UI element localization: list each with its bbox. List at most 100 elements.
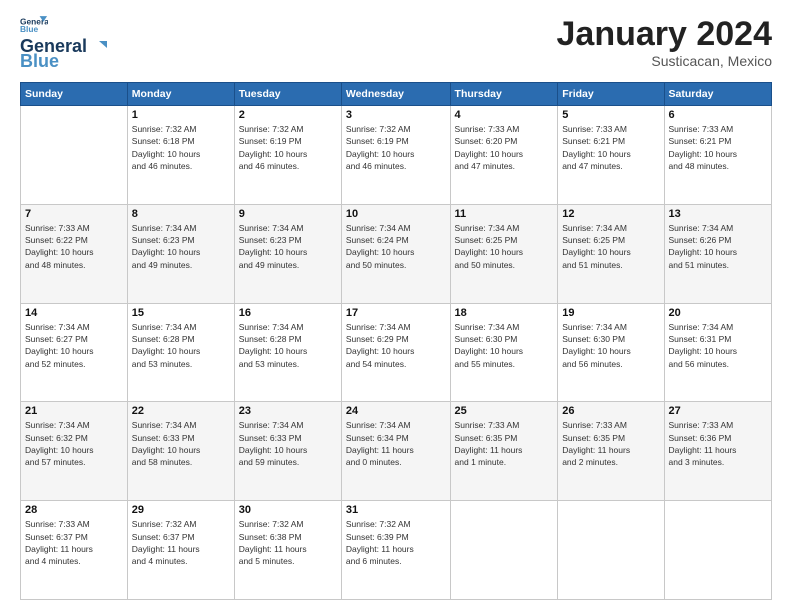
calendar-cell: 21Sunrise: 7:34 AMSunset: 6:32 PMDayligh… <box>21 402 128 501</box>
calendar-cell: 10Sunrise: 7:34 AMSunset: 6:24 PMDayligh… <box>341 204 450 303</box>
day-number: 16 <box>239 307 337 319</box>
day-number: 26 <box>562 405 659 417</box>
calendar-cell: 15Sunrise: 7:34 AMSunset: 6:28 PMDayligh… <box>127 303 234 402</box>
day-info: Sunrise: 7:34 AMSunset: 6:34 PMDaylight:… <box>346 419 446 468</box>
day-number: 13 <box>669 208 767 220</box>
calendar-cell: 23Sunrise: 7:34 AMSunset: 6:33 PMDayligh… <box>234 402 341 501</box>
calendar-cell: 4 Sunrise: 7:33 AMSunset: 6:20 PMDaylight… <box>450 106 558 205</box>
day-info: Sunrise: 7:33 AMSunset: 6:35 PMDaylight:… <box>455 419 554 468</box>
calendar-cell: 31Sunrise: 7:32 AMSunset: 6:39 PMDayligh… <box>341 501 450 600</box>
day-number: 17 <box>346 307 446 319</box>
calendar-cell <box>664 501 771 600</box>
calendar-cell: 29Sunrise: 7:32 AMSunset: 6:37 PMDayligh… <box>127 501 234 600</box>
calendar-cell: 5 Sunrise: 7:33 AMSunset: 6:21 PMDaylight… <box>558 106 664 205</box>
calendar-cell: 11 Sunrise: 7:34 AMSunset: 6:25 PMDayligh… <box>450 204 558 303</box>
day-info: Sunrise: 7:33 AMSunset: 6:20 PMDaylight:… <box>455 123 554 172</box>
calendar-cell: 9 Sunrise: 7:34 AMSunset: 6:23 PMDaylight… <box>234 204 341 303</box>
calendar-cell: 30Sunrise: 7:32 AMSunset: 6:38 PMDayligh… <box>234 501 341 600</box>
calendar-cell: 20Sunrise: 7:34 AMSunset: 6:31 PMDayligh… <box>664 303 771 402</box>
day-number: 18 <box>455 307 554 319</box>
day-info: Sunrise: 7:34 AMSunset: 6:28 PMDaylight:… <box>239 321 337 370</box>
calendar-cell: 25 Sunrise: 7:33 AMSunset: 6:35 PMDayligh… <box>450 402 558 501</box>
calendar-week-row: 21Sunrise: 7:34 AMSunset: 6:32 PMDayligh… <box>21 402 772 501</box>
day-info: Sunrise: 7:34 AMSunset: 6:33 PMDaylight:… <box>239 419 337 468</box>
day-number: 9 <box>239 208 337 220</box>
calendar-header-row: SundayMondayTuesdayWednesdayThursdayFrid… <box>21 83 772 106</box>
calendar-cell: 28 Sunrise: 7:33 AMSunset: 6:37 PMDayligh… <box>21 501 128 600</box>
day-number: 11 <box>455 208 554 220</box>
calendar-cell: 3 Sunrise: 7:32 AMSunset: 6:19 PMDaylight… <box>341 106 450 205</box>
day-info: Sunrise: 7:33 AMSunset: 6:21 PMDaylight:… <box>669 123 767 172</box>
day-info: Sunrise: 7:34 AMSunset: 6:23 PMDaylight:… <box>132 222 230 271</box>
day-number: 1 <box>132 109 230 121</box>
calendar-cell: 12Sunrise: 7:34 AMSunset: 6:25 PMDayligh… <box>558 204 664 303</box>
calendar-cell: 18 Sunrise: 7:34 AMSunset: 6:30 PMDayligh… <box>450 303 558 402</box>
day-header-thursday: Thursday <box>450 83 558 106</box>
day-info: Sunrise: 7:32 AMSunset: 6:18 PMDaylight:… <box>132 123 230 172</box>
calendar-cell: 16 Sunrise: 7:34 AMSunset: 6:28 PMDayligh… <box>234 303 341 402</box>
day-info: Sunrise: 7:34 AMSunset: 6:23 PMDaylight:… <box>239 222 337 271</box>
logo-blue: Blue <box>20 51 59 72</box>
day-info: Sunrise: 7:34 AMSunset: 6:28 PMDaylight:… <box>132 321 230 370</box>
day-info: Sunrise: 7:33 AMSunset: 6:35 PMDaylight:… <box>562 419 659 468</box>
calendar-week-row: 7Sunrise: 7:33 AMSunset: 6:22 PMDaylight… <box>21 204 772 303</box>
day-number: 4 <box>455 109 554 121</box>
logo-icon: General Blue <box>20 16 48 34</box>
location-subtitle: Susticacan, Mexico <box>557 53 773 69</box>
day-info: Sunrise: 7:33 AMSunset: 6:37 PMDaylight:… <box>25 518 123 567</box>
calendar-cell: 19Sunrise: 7:34 AMSunset: 6:30 PMDayligh… <box>558 303 664 402</box>
day-number: 28 <box>25 504 123 516</box>
day-info: Sunrise: 7:34 AMSunset: 6:30 PMDaylight:… <box>562 321 659 370</box>
day-number: 21 <box>25 405 123 417</box>
day-info: Sunrise: 7:34 AMSunset: 6:31 PMDaylight:… <box>669 321 767 370</box>
calendar-cell: 22Sunrise: 7:34 AMSunset: 6:33 PMDayligh… <box>127 402 234 501</box>
calendar-week-row: 28 Sunrise: 7:33 AMSunset: 6:37 PMDayligh… <box>21 501 772 600</box>
day-number: 31 <box>346 504 446 516</box>
day-info: Sunrise: 7:32 AMSunset: 6:37 PMDaylight:… <box>132 518 230 567</box>
day-info: Sunrise: 7:33 AMSunset: 6:21 PMDaylight:… <box>562 123 659 172</box>
day-number: 6 <box>669 109 767 121</box>
day-info: Sunrise: 7:34 AMSunset: 6:25 PMDaylight:… <box>455 222 554 271</box>
day-number: 24 <box>346 405 446 417</box>
calendar-table: SundayMondayTuesdayWednesdayThursdayFrid… <box>20 82 772 600</box>
calendar-cell <box>558 501 664 600</box>
logo-wave-icon <box>89 40 107 54</box>
calendar-cell: 13 Sunrise: 7:34 AMSunset: 6:26 PMDayligh… <box>664 204 771 303</box>
day-header-sunday: Sunday <box>21 83 128 106</box>
day-info: Sunrise: 7:33 AMSunset: 6:36 PMDaylight:… <box>669 419 767 468</box>
calendar-cell: 17 Sunrise: 7:34 AMSunset: 6:29 PMDayligh… <box>341 303 450 402</box>
day-info: Sunrise: 7:34 AMSunset: 6:26 PMDaylight:… <box>669 222 767 271</box>
calendar-week-row: 14Sunrise: 7:34 AMSunset: 6:27 PMDayligh… <box>21 303 772 402</box>
day-info: Sunrise: 7:34 AMSunset: 6:30 PMDaylight:… <box>455 321 554 370</box>
calendar-week-row: 1 Sunrise: 7:32 AMSunset: 6:18 PMDaylight… <box>21 106 772 205</box>
day-number: 22 <box>132 405 230 417</box>
day-number: 3 <box>346 109 446 121</box>
day-info: Sunrise: 7:34 AMSunset: 6:29 PMDaylight:… <box>346 321 446 370</box>
day-number: 27 <box>669 405 767 417</box>
day-number: 12 <box>562 208 659 220</box>
calendar-cell: 24 Sunrise: 7:34 AMSunset: 6:34 PMDayligh… <box>341 402 450 501</box>
day-number: 7 <box>25 208 123 220</box>
day-number: 5 <box>562 109 659 121</box>
calendar-cell: 26 Sunrise: 7:33 AMSunset: 6:35 PMDayligh… <box>558 402 664 501</box>
title-block: January 2024 Susticacan, Mexico <box>557 16 773 69</box>
day-header-saturday: Saturday <box>664 83 771 106</box>
day-number: 25 <box>455 405 554 417</box>
calendar-cell: 8 Sunrise: 7:34 AMSunset: 6:23 PMDaylight… <box>127 204 234 303</box>
month-year-title: January 2024 <box>557 16 773 53</box>
calendar-cell: 6 Sunrise: 7:33 AMSunset: 6:21 PMDaylight… <box>664 106 771 205</box>
day-number: 2 <box>239 109 337 121</box>
day-info: Sunrise: 7:32 AMSunset: 6:19 PMDaylight:… <box>346 123 446 172</box>
calendar-cell: 1 Sunrise: 7:32 AMSunset: 6:18 PMDaylight… <box>127 106 234 205</box>
header: General Blue General Blue January 2024 S… <box>20 16 772 72</box>
calendar-cell <box>21 106 128 205</box>
day-header-friday: Friday <box>558 83 664 106</box>
day-info: Sunrise: 7:32 AMSunset: 6:19 PMDaylight:… <box>239 123 337 172</box>
calendar-cell: 2 Sunrise: 7:32 AMSunset: 6:19 PMDaylight… <box>234 106 341 205</box>
logo: General Blue General Blue <box>20 16 107 72</box>
calendar-cell: 7Sunrise: 7:33 AMSunset: 6:22 PMDaylight… <box>21 204 128 303</box>
day-header-monday: Monday <box>127 83 234 106</box>
day-info: Sunrise: 7:34 AMSunset: 6:27 PMDaylight:… <box>25 321 123 370</box>
calendar-cell <box>450 501 558 600</box>
day-number: 8 <box>132 208 230 220</box>
